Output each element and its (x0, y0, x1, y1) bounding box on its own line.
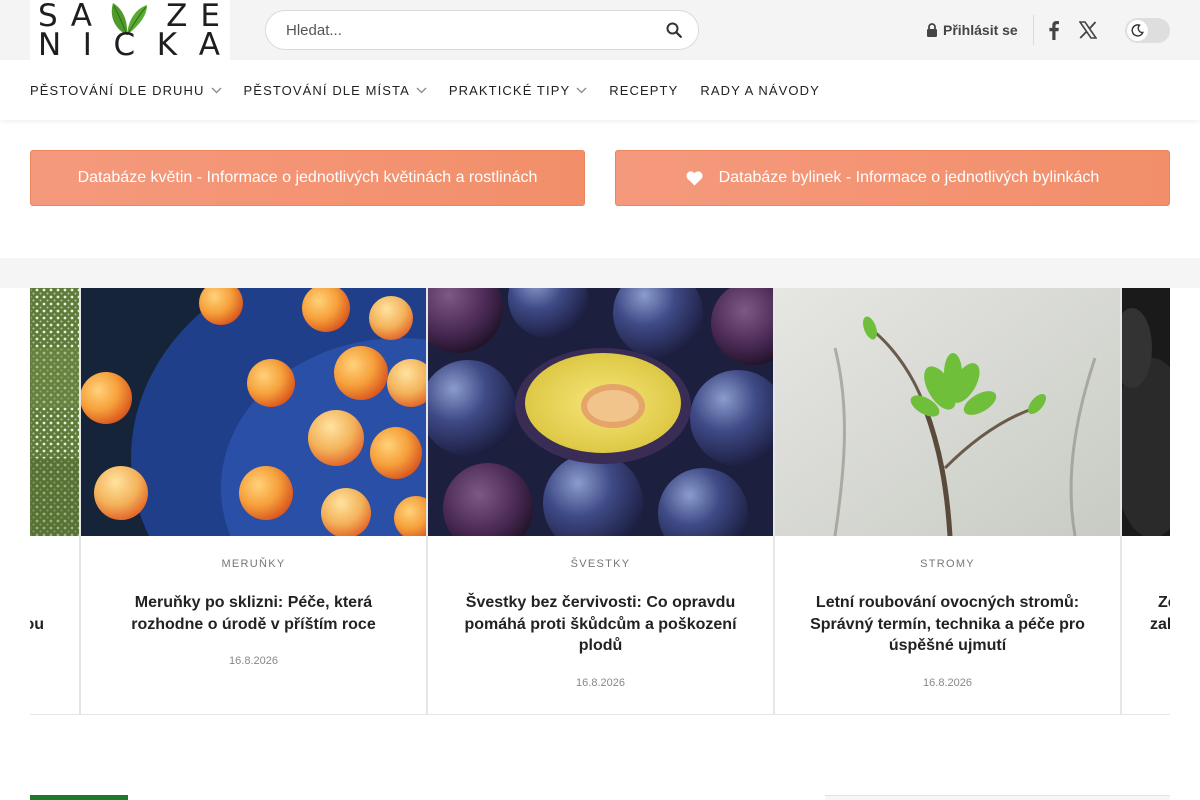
article-card-partial-left[interactable]: ou (30, 288, 80, 714)
article-title-part-2[interactable]: zal (1150, 614, 1170, 636)
nav-item-pestovani-dle-mista[interactable]: PĚSTOVÁNÍ DLE MÍSTA (244, 83, 427, 98)
nav-item-rady-a-navody[interactable]: RADY A NÁVODY (700, 83, 820, 98)
article-card-partial-right[interactable]: Ze zal (1121, 288, 1170, 714)
flower-database-label: Databáze květin - Informace o jednotlivý… (77, 169, 538, 186)
heart-icon (686, 170, 703, 185)
chevron-down-icon (416, 87, 427, 93)
facebook-icon[interactable] (1045, 20, 1061, 40)
article-carousel: ou (30, 288, 1170, 715)
article-card[interactable]: ŠVESTKY Švestky bez červivosti: Co oprav… (427, 288, 774, 714)
article-image-tree-bud (775, 288, 1120, 536)
article-title[interactable]: Meruňky po sklizni: Péče, která rozhodne… (101, 592, 406, 635)
article-date: 16.8.2026 (576, 677, 625, 689)
article-category[interactable]: ŠVESTKY (428, 558, 773, 570)
article-card[interactable]: STROMY Letní roubování ovocných stromů: … (774, 288, 1121, 714)
article-image (1122, 288, 1170, 536)
dark-mode-toggle[interactable] (1125, 18, 1170, 43)
article-image-plums (428, 288, 773, 536)
herb-database-button[interactable]: Databáze bylinek - Informace o jednotliv… (615, 150, 1170, 206)
nav-item-prakticke-tipy[interactable]: PRAKTICKÉ TIPY (449, 83, 587, 98)
lock-icon (927, 23, 937, 37)
top-bar: S A Z E N I C K A Hledat... Přihlásit se (0, 0, 1200, 63)
moon-icon (1131, 24, 1144, 37)
article-title-part-1[interactable]: Ze (1158, 592, 1170, 614)
chevron-down-icon (211, 87, 221, 93)
site-logo[interactable]: S A Z E N I C K A (30, 0, 230, 63)
x-icon[interactable] (1079, 21, 1097, 39)
nav-item-pestovani-dle-druhu[interactable]: PĚSTOVÁNÍ DLE DRUHU (30, 83, 222, 98)
section-band (0, 258, 1200, 288)
article-title[interactable]: Švestky bez červivosti: Co opravdu pomáh… (448, 592, 753, 657)
flower-database-button[interactable]: Databáze květin - Informace o jednotlivý… (30, 150, 585, 206)
article-title[interactable]: Letní roubování ovocných stromů: Správný… (795, 592, 1100, 657)
main-navigation: PĚSTOVÁNÍ DLE DRUHU PĚSTOVÁNÍ DLE MÍSTA … (0, 60, 1200, 120)
article-date: 16.8.2026 (923, 677, 972, 689)
article-category[interactable]: MERUŇKY (81, 558, 426, 570)
article-image-apricots (81, 288, 426, 536)
article-title[interactable]: ou (30, 614, 44, 636)
herb-database-label: Databáze bylinek - Informace o jednotliv… (718, 169, 1100, 186)
nav-item-recepty[interactable]: RECEPTY (609, 83, 678, 98)
divider (1033, 15, 1034, 45)
login-label: Přihlásit se (943, 22, 1018, 38)
sidebar-widget (825, 795, 1170, 800)
article-card[interactable]: MERUŇKY Meruňky po sklizni: Péče, která … (80, 288, 427, 714)
article-image (30, 288, 79, 536)
section-heading-bar (30, 795, 128, 800)
article-date: 16.8.2026 (229, 655, 278, 667)
article-category[interactable]: STROMY (775, 558, 1120, 570)
toggle-knob (1127, 20, 1148, 41)
login-link[interactable]: Přihlásit se (926, 21, 1018, 39)
logo-line-2: N I C K A (38, 27, 220, 63)
search-icon[interactable] (666, 22, 682, 38)
search-input[interactable] (286, 11, 646, 49)
search-box (265, 10, 699, 50)
chevron-down-icon (576, 87, 587, 93)
